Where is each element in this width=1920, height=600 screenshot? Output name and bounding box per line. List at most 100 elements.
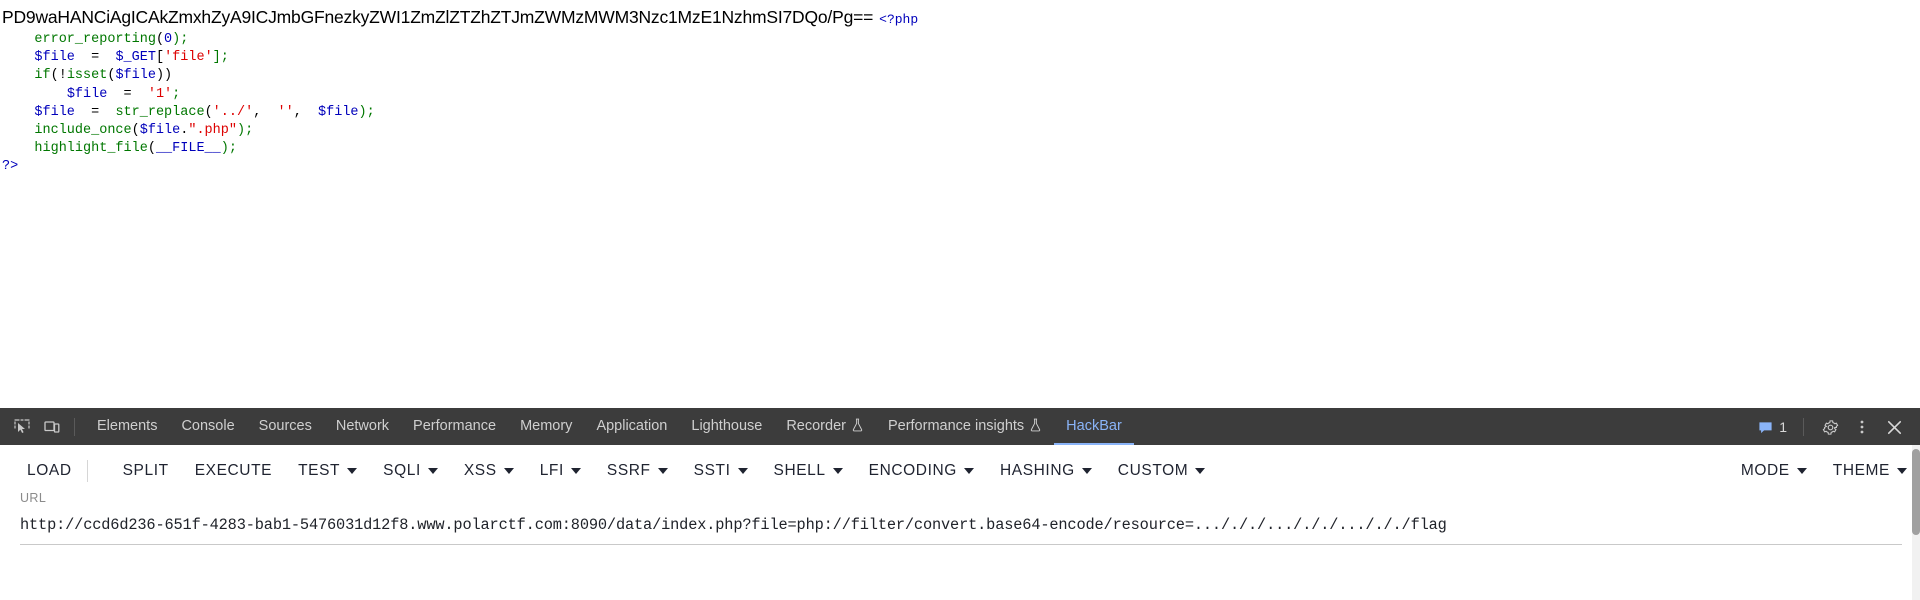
- chevron-down-icon: [503, 468, 514, 474]
- tab-label: Network: [335, 418, 390, 434]
- tab-label: Console: [181, 418, 235, 434]
- browser-page: PD9waHANCiAgICAkZmxhZyA9ICJmbGFnezkyZWI1…: [0, 0, 1920, 600]
- code-token: isset: [66, 68, 108, 84]
- hackbar-button-lfi[interactable]: LFI: [527, 456, 594, 486]
- devtools-tab-elements[interactable]: Elements: [85, 409, 169, 445]
- devtools-tab-hackbar[interactable]: HackBar: [1054, 409, 1134, 445]
- code-token: (: [204, 104, 213, 120]
- panel-scrollbar-thumb[interactable]: [1912, 449, 1920, 535]
- gear-icon[interactable]: [1816, 413, 1844, 441]
- button-divider: [86, 460, 88, 482]
- code-token: '': [277, 104, 294, 120]
- hackbar-button-load-dropdown[interactable]: [90, 463, 110, 479]
- hackbar-button-mode[interactable]: MODE: [1728, 456, 1820, 486]
- button-label: SHELL: [773, 462, 826, 479]
- chevron-down-icon: [832, 468, 843, 474]
- button-label: SQLI: [383, 462, 421, 479]
- hackbar-toolbar: LOAD SPLIT EXECUTE TEST SQLI XSS LFI SSRF SSTI SH…: [0, 445, 1920, 491]
- code-token: );: [220, 141, 237, 157]
- hackbar-button-split[interactable]: SPLIT: [110, 456, 182, 486]
- code-token: (!: [50, 68, 67, 84]
- hackbar-button-load[interactable]: LOAD: [14, 456, 85, 486]
- code-token: $file: [115, 68, 156, 84]
- base64-output-line: PD9waHANCiAgICAkZmxhZyA9ICJmbGFnezkyZWI1…: [0, 6, 1920, 31]
- hackbar-button-execute[interactable]: EXECUTE: [182, 456, 285, 486]
- experiment-flask-icon: [1029, 418, 1042, 434]
- tab-label: Memory: [520, 418, 573, 434]
- button-label: TEST: [298, 462, 341, 479]
- devtools-tab-application[interactable]: Application: [584, 409, 679, 445]
- button-label: MODE: [1740, 462, 1790, 479]
- hackbar-button-xss[interactable]: XSS: [451, 456, 527, 486]
- devtools-tab-recorder[interactable]: Recorder: [774, 409, 876, 445]
- tab-label: Performance insights: [887, 418, 1025, 434]
- code-token: )): [155, 68, 173, 84]
- message-icon: [1759, 421, 1772, 433]
- hackbar-button-shell[interactable]: SHELL: [761, 456, 856, 486]
- code-token: );: [358, 104, 375, 120]
- code-line: $file = $_GET['file'];: [2, 50, 228, 66]
- hackbar-button-hashing[interactable]: HASHING: [987, 456, 1105, 486]
- code-token: ".php": [188, 123, 237, 139]
- hackbar-button-test[interactable]: TEST: [285, 456, 370, 486]
- button-label: LFI: [539, 462, 564, 479]
- hackbar-button-ssti[interactable]: SSTI: [681, 456, 761, 486]
- code-token: str_replace: [115, 104, 205, 120]
- devtools-tab-console[interactable]: Console: [169, 409, 246, 445]
- devtools-tab-sources[interactable]: Sources: [247, 409, 324, 445]
- code-token: [: [155, 50, 165, 66]
- devtools-tab-performance[interactable]: Performance: [401, 409, 508, 445]
- tab-label: HackBar: [1066, 418, 1122, 434]
- chevron-down-icon: [1796, 468, 1807, 474]
- url-label: URL: [20, 491, 47, 505]
- code-token: $file: [66, 86, 108, 102]
- devtools-tab-performance-insights[interactable]: Performance insights: [876, 409, 1054, 445]
- php-source-code: error_reporting(0); $file = $_GET['file'…: [0, 31, 1920, 177]
- code-token: =: [107, 86, 148, 102]
- button-label: LOAD: [27, 462, 72, 479]
- code-line: $file = str_replace('../', '', $file);: [2, 104, 375, 120]
- code-token: $file: [318, 104, 359, 120]
- experiment-flask-icon: [851, 418, 864, 434]
- devtools-tab-network[interactable]: Network: [324, 409, 401, 445]
- chevron-down-icon: [347, 468, 358, 474]
- inspect-element-icon[interactable]: [8, 413, 36, 441]
- button-label: EXECUTE: [194, 462, 273, 479]
- tab-label: Elements: [97, 418, 158, 434]
- devtools-tab-memory[interactable]: Memory: [508, 409, 584, 445]
- code-token: =: [74, 104, 116, 120]
- close-icon[interactable]: [1880, 413, 1908, 441]
- button-label: HASHING: [999, 462, 1075, 479]
- code-token: ?>: [2, 159, 19, 175]
- hackbar-button-custom[interactable]: CUSTOM: [1105, 456, 1218, 486]
- devtools-right-controls: 1: [1750, 409, 1920, 445]
- devtools-tab-list: Elements Console Sources Network Performance…: [85, 409, 1750, 445]
- devtools-tab-lighthouse[interactable]: Lighthouse: [679, 409, 774, 445]
- hackbar-button-ssrf[interactable]: SSRF: [594, 456, 681, 486]
- panel-scrollbar-track[interactable]: [1912, 445, 1920, 600]
- code-line: if(!isset($file)): [2, 68, 172, 83]
- code-token: $file: [139, 123, 181, 139]
- toolbar-divider: [74, 418, 75, 436]
- hackbar-button-sqli[interactable]: SQLI: [370, 456, 451, 486]
- message-count: 1: [1779, 419, 1787, 435]
- code-token: ;: [172, 86, 181, 102]
- chevron-down-icon: [963, 468, 974, 474]
- code-token: $_GET: [115, 50, 156, 66]
- code-token: 'file': [164, 50, 213, 66]
- code-token: (: [147, 141, 156, 157]
- chevron-down-icon: [1897, 468, 1907, 474]
- button-label: ENCODING: [868, 462, 957, 479]
- hackbar-button-theme[interactable]: THEME: [1820, 456, 1920, 486]
- kebab-menu-icon[interactable]: [1848, 413, 1876, 441]
- device-toolbar-icon[interactable]: [38, 413, 66, 441]
- code-token: =: [74, 50, 116, 66]
- devtools-left-icons: [0, 409, 85, 445]
- message-indicator[interactable]: 1: [1754, 419, 1791, 435]
- hackbar-button-encoding[interactable]: ENCODING: [856, 456, 987, 486]
- url-input[interactable]: [20, 515, 1902, 545]
- code-token: (: [131, 123, 140, 139]
- code-token: $file: [34, 104, 75, 120]
- code-line: highlight_file(__FILE__);: [2, 141, 237, 156]
